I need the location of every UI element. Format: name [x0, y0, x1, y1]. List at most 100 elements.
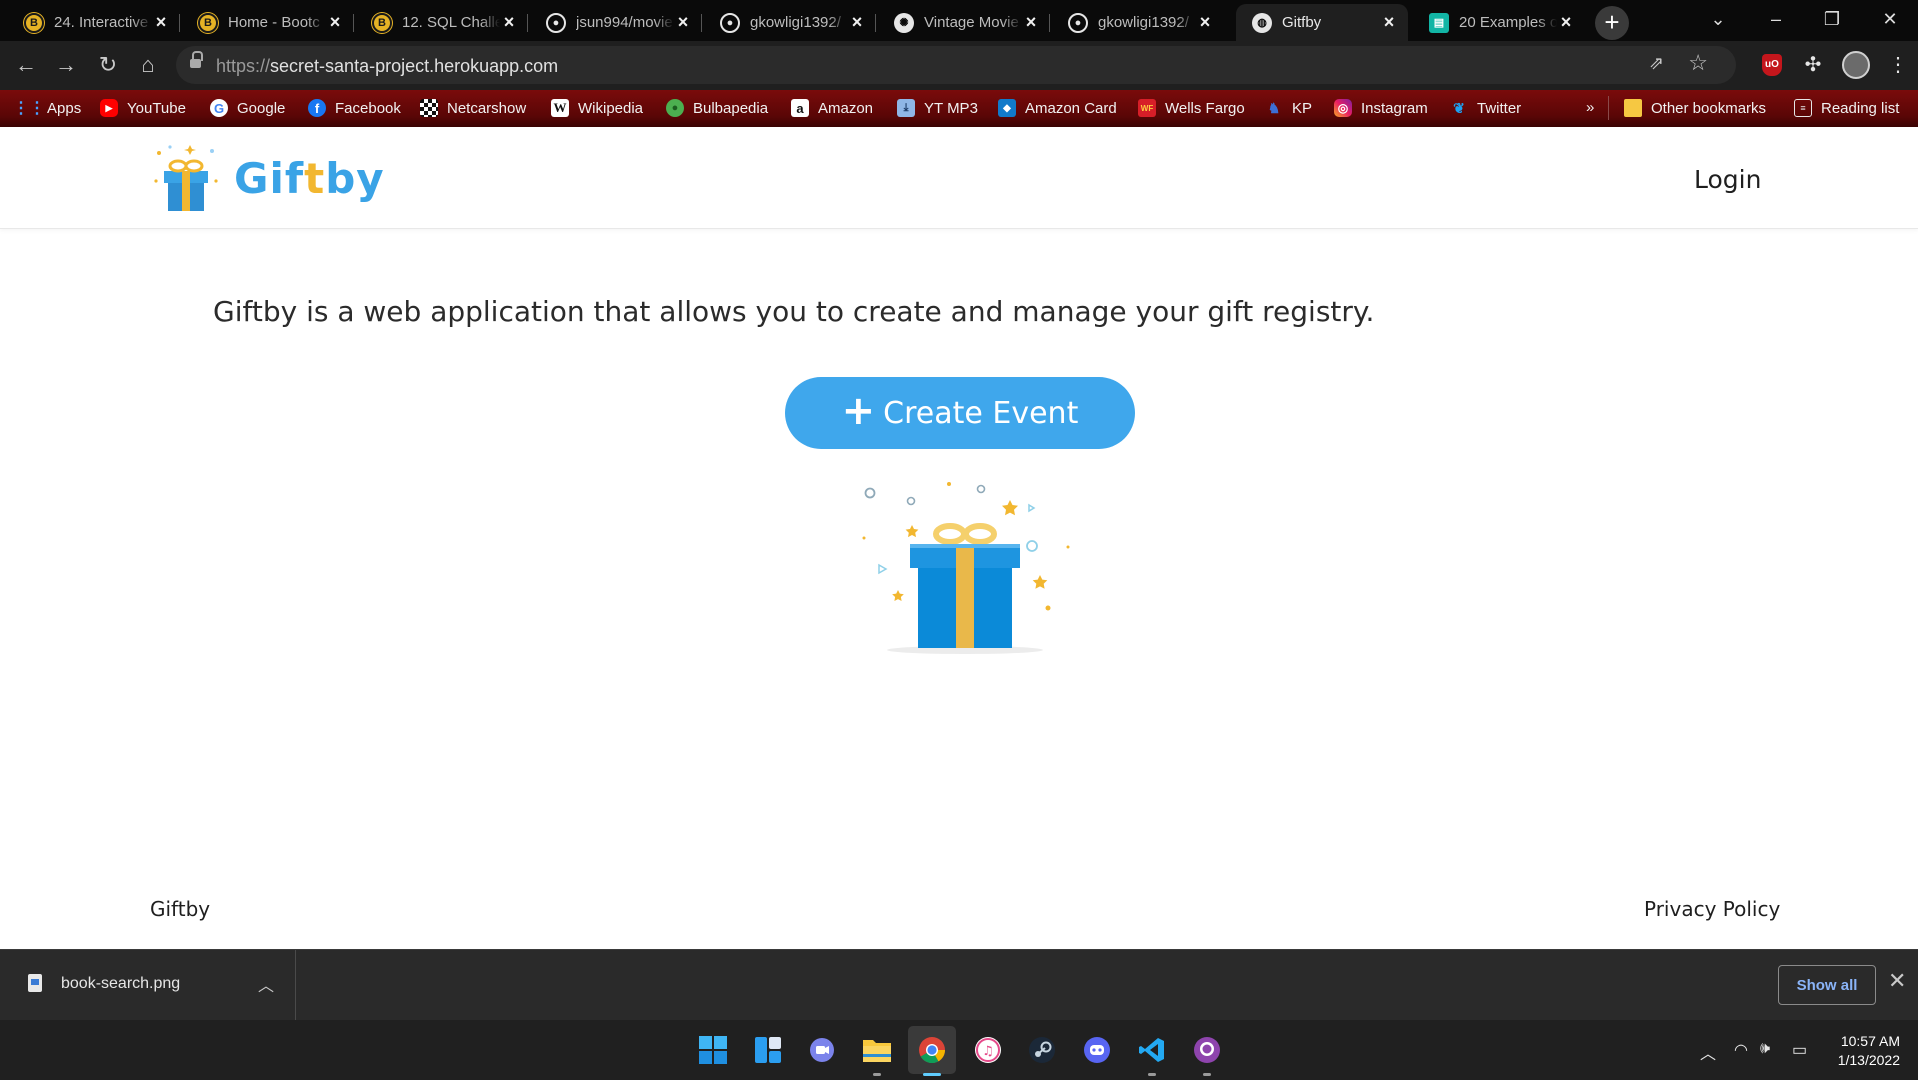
bookmark-bulbapedia[interactable]: ● Bulbapedia: [666, 99, 768, 117]
bookmark-youtube[interactable]: ▶ YouTube: [100, 99, 186, 117]
new-tab-button[interactable]: +: [1595, 6, 1629, 40]
chevron-up-icon[interactable]: ︿: [1700, 1040, 1716, 1064]
chase-icon: ◆: [998, 99, 1016, 117]
file-explorer-icon[interactable]: [861, 1034, 893, 1066]
minimize-icon[interactable]: –: [1748, 0, 1804, 41]
forward-icon[interactable]: →: [50, 49, 82, 81]
bookmark-apps[interactable]: ⋮⋮ Apps: [13, 99, 82, 118]
discord-icon[interactable]: [1081, 1034, 1113, 1066]
tab-6[interactable]: ✺ Vintage Movie ×: [878, 4, 1050, 41]
system-clock[interactable]: 10:57 AM 1/13/2022: [1828, 1032, 1900, 1070]
battery-icon[interactable]: ▭: [1792, 1040, 1807, 1060]
bookmark-amazon[interactable]: a Amazon: [791, 99, 873, 117]
bookmark-label: YouTube: [127, 99, 186, 117]
bookmark-twitter[interactable]: ❦ Twitter: [1450, 99, 1521, 117]
back-icon[interactable]: ←: [10, 49, 42, 81]
download-file-name: book-search.png: [61, 975, 181, 992]
tab-title: Gitfby: [1282, 14, 1322, 31]
bootcamp-icon: B: [372, 12, 392, 33]
vscode-icon[interactable]: [1136, 1034, 1168, 1066]
footer-brand[interactable]: Giftby: [150, 897, 210, 921]
close-icon[interactable]: ×: [1022, 12, 1040, 33]
volume-icon[interactable]: 🕪: [1760, 1040, 1770, 1058]
twitter-icon: ❦: [1453, 99, 1465, 116]
chrome-icon[interactable]: [908, 1026, 956, 1074]
bookmark-star-icon[interactable]: ☆: [1688, 50, 1708, 76]
download-item[interactable]: book-search.png ︿: [0, 950, 296, 1020]
bookmark-google[interactable]: G Google: [210, 99, 285, 117]
close-icon[interactable]: ×: [500, 12, 518, 33]
itunes-icon[interactable]: ♫: [972, 1034, 1004, 1066]
bookmark-ytmp3[interactable]: ⤓ YT MP3: [897, 99, 978, 117]
bookmark-amazon-card[interactable]: ◆ Amazon Card: [998, 99, 1117, 117]
tab-5[interactable]: ● gkowligi1392/ ×: [704, 4, 876, 41]
tab-8-active[interactable]: ◍ Gitfby ×: [1236, 4, 1408, 41]
home-icon[interactable]: ⌂: [132, 49, 164, 81]
close-icon[interactable]: ×: [848, 12, 866, 33]
tab-2[interactable]: B Home - Bootc ×: [182, 4, 354, 41]
wifi-icon[interactable]: ◠: [1734, 1040, 1748, 1060]
bookmark-label: Amazon: [818, 99, 874, 117]
github-desktop-icon[interactable]: [1191, 1034, 1223, 1066]
chrome-menu-icon[interactable]: ⋮: [1888, 54, 1908, 76]
privacy-policy-link[interactable]: Privacy Policy: [1644, 897, 1780, 921]
extensions-puzzle-icon[interactable]: ✣: [1802, 54, 1824, 76]
bookmark-label: KP: [1292, 99, 1313, 117]
bookmark-wikipedia[interactable]: W Wikipedia: [551, 99, 643, 117]
address-bar[interactable]: https://secret-santa-project.herokuapp.c…: [176, 46, 1736, 84]
bookmark-other[interactable]: Other bookmarks: [1624, 99, 1766, 117]
close-icon[interactable]: ×: [1380, 12, 1398, 33]
login-link[interactable]: Login: [1694, 165, 1761, 194]
reading-list-icon: ≡: [1794, 99, 1812, 117]
bookmark-kp[interactable]: ♞ KP: [1265, 99, 1312, 117]
close-icon[interactable]: ×: [674, 12, 692, 33]
facebook-icon: f: [308, 99, 326, 117]
bookmark-label: Twitter: [1477, 99, 1522, 117]
restore-icon[interactable]: ❐: [1804, 0, 1860, 41]
kp-icon: ♞: [1267, 99, 1281, 116]
bookmarks-overflow-button[interactable]: »: [1586, 99, 1594, 116]
reload-icon[interactable]: ↻: [92, 49, 124, 81]
active-indicator: [923, 1073, 941, 1076]
profile-avatar[interactable]: [1842, 51, 1870, 79]
teams-chat-icon[interactable]: [806, 1034, 838, 1066]
create-event-button[interactable]: + Create Event: [785, 377, 1135, 449]
tab-search-icon[interactable]: ⌄: [1690, 0, 1746, 41]
tab-7[interactable]: ● gkowligi1392/ ×: [1052, 4, 1224, 41]
tab-4[interactable]: ● jsun994/movie ×: [530, 4, 702, 41]
url-text[interactable]: https://secret-santa-project.herokuapp.c…: [216, 56, 558, 77]
chevron-up-icon[interactable]: ︿: [258, 972, 274, 996]
close-icon[interactable]: ×: [1557, 12, 1575, 33]
tab-title: 20 Examples o: [1459, 14, 1557, 31]
bookmark-label: Apps: [47, 99, 82, 117]
tab-3[interactable]: B 12. SQL Challe ×: [356, 4, 528, 41]
tab-9[interactable]: ▤ 20 Examples o ×: [1413, 4, 1585, 41]
close-icon[interactable]: ×: [326, 12, 344, 33]
close-icon[interactable]: ×: [1196, 12, 1214, 33]
steam-icon[interactable]: [1026, 1034, 1058, 1066]
bookmark-instagram[interactable]: ◎ Instagram: [1334, 99, 1428, 117]
ublock-origin-icon[interactable]: uO: [1762, 54, 1782, 76]
apps-grid-icon: ⋮⋮: [13, 100, 45, 117]
windows-start-icon[interactable]: [697, 1034, 729, 1066]
close-icon[interactable]: ×: [152, 12, 170, 33]
reading-list-button[interactable]: ≡ Reading list: [1794, 99, 1899, 117]
bookmark-label: Instagram: [1361, 99, 1428, 117]
bookmark-facebook[interactable]: f Facebook: [308, 99, 401, 117]
sheets-icon: ▤: [1429, 12, 1449, 33]
widgets-icon[interactable]: [752, 1034, 784, 1066]
close-icon[interactable]: ✕: [1888, 968, 1906, 994]
bookmark-label: Bulbapedia: [693, 99, 769, 117]
giftby-logo[interactable]: Giftby: [150, 141, 385, 215]
bookmark-wells-fargo[interactable]: WF Wells Fargo: [1138, 99, 1245, 117]
download-bar: book-search.png ︿ Show all ✕: [0, 949, 1918, 1020]
show-all-button[interactable]: Show all: [1778, 965, 1876, 1005]
svg-text:♫: ♫: [982, 1044, 994, 1059]
tab-1[interactable]: B 24. Interactive ×: [8, 4, 180, 41]
giftby-page: Giftby Login Giftby is a web application…: [0, 127, 1918, 949]
lock-icon[interactable]: [190, 51, 203, 71]
window-close-icon[interactable]: ✕: [1862, 0, 1918, 41]
gift-box-illustration: [862, 482, 1070, 654]
share-icon[interactable]: ⇗: [1649, 53, 1664, 74]
bookmark-netcarshow[interactable]: Netcarshow: [420, 99, 526, 117]
